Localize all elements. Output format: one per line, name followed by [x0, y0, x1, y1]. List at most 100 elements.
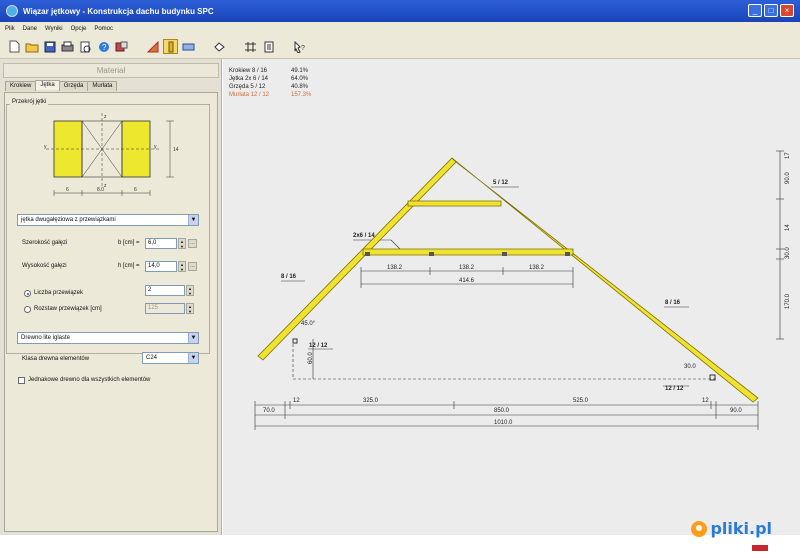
wood-type-value: Drewno lite iglaste — [21, 335, 71, 341]
report-icon[interactable] — [261, 39, 276, 54]
app-icon — [6, 5, 18, 17]
bottom-dim-325: 325.0 — [363, 398, 379, 404]
right-dim-14: 14 — [785, 224, 791, 231]
section-type-select[interactable]: jętka dwugałęziowa z przewiązkami ▼ — [17, 214, 199, 226]
plate-offset: 30.0 — [684, 364, 696, 370]
label-rafter-right: 8 / 16 — [665, 300, 681, 306]
open-folder-icon[interactable] — [24, 39, 39, 54]
bottom-dim-525: 525.0 — [573, 398, 589, 404]
count-input[interactable]: 2 — [145, 285, 185, 296]
tab-wall-plate[interactable]: Murłata — [87, 81, 118, 91]
chevron-down-icon: ▼ — [188, 353, 198, 363]
bottom-dim-12b: 12 — [702, 398, 709, 404]
status-bar — [0, 535, 800, 559]
height-input[interactable]: 14,0 — [145, 261, 177, 272]
bottom-dim-70: 70.0 — [263, 408, 275, 414]
section-axis-bottom: z — [104, 183, 107, 189]
toolbar: ? ? — [0, 35, 800, 59]
print-preview-icon[interactable] — [78, 39, 93, 54]
ruler-icon[interactable] — [163, 39, 178, 54]
right-dim-170: 170.0 — [785, 293, 791, 309]
bottom-dim-90: 90.0 — [730, 408, 742, 414]
section-axis-top: z — [104, 114, 107, 120]
maximize-button[interactable]: □ — [764, 4, 778, 17]
radio-count-label: Liczba przewiązek — [34, 290, 84, 296]
menu-bar: Plik Dane Wyniki Opcje Pomoc — [0, 22, 800, 35]
context-help-icon[interactable]: ? — [292, 39, 307, 54]
collar-dim-3: 138.2 — [529, 265, 545, 271]
label-ridge: 5 / 12 — [493, 180, 509, 186]
watermark-logo-icon — [691, 520, 708, 537]
cross-section-diagram: z z y y 14 6 8.0 6 — [44, 113, 179, 196]
total-dim: 1010.0 — [494, 420, 513, 426]
same-wood-label: Jednakowe drewno dla wszystkich elementó… — [28, 377, 151, 383]
wood-type-select[interactable]: Drewno lite iglaste ▼ — [17, 332, 199, 344]
section-mid-dim: 8.0 — [97, 187, 104, 193]
view-icon[interactable] — [181, 39, 196, 54]
settings-icon[interactable] — [114, 39, 129, 54]
width-spinner[interactable]: ▲ ▼ — [178, 238, 186, 249]
menu-data[interactable]: Dane — [23, 26, 37, 32]
radio-spacing-label: Rozstaw przewiązek [cm] — [34, 306, 102, 312]
collar-total: 414.6 — [459, 278, 475, 284]
spacing-input[interactable]: 125 — [145, 303, 185, 314]
warning-triangle-icon[interactable] — [145, 39, 160, 54]
watermark-text: pliki.pl — [710, 519, 772, 538]
height-symbol: h [cm] = — [118, 263, 140, 269]
chevron-down-icon: ▼ — [188, 215, 198, 225]
window-title: Wiązar jętkowy - Konstrukcja dachu budyn… — [23, 6, 214, 16]
radio-count[interactable] — [24, 290, 31, 297]
section-group-title: Przekrój jętki — [10, 99, 49, 105]
width-input[interactable]: 6,0 — [145, 238, 177, 249]
tab-ridge[interactable]: Grzęda — [58, 81, 89, 91]
height-more-button[interactable]: … — [188, 262, 197, 271]
watermark-badge — [752, 545, 768, 551]
close-button[interactable]: × — [780, 4, 794, 17]
section-type-value: jętka dwugałęziowa z przewiązkami — [21, 217, 116, 223]
tab-rafter[interactable]: Krokiew — [5, 81, 37, 91]
wood-class-label: Klasa drewna elementów — [22, 356, 90, 362]
radio-spacing[interactable] — [24, 306, 31, 313]
menu-help[interactable]: Pomoc — [94, 26, 113, 32]
help-icon[interactable]: ? — [96, 39, 111, 54]
width-more-button[interactable]: … — [188, 239, 197, 248]
label-plate-right: 12 / 12 — [665, 386, 684, 392]
count-spinner[interactable]: ▲ ▼ — [186, 285, 194, 296]
label-collar: 2x6 / 14 — [353, 233, 375, 239]
same-wood-checkbox[interactable] — [18, 377, 25, 384]
material-tabs: Krokiew Jętka Grzęda Murłata — [5, 80, 118, 91]
dimension-icon[interactable] — [243, 39, 258, 54]
material-header: Materiał — [3, 63, 219, 78]
tab-collar[interactable]: Jętka — [35, 80, 60, 90]
minimize-button[interactable]: _ — [748, 4, 762, 17]
width-symbol: b [cm] = — [118, 240, 140, 246]
collar-dim-1: 138.2 — [387, 265, 403, 271]
right-dim-30: 30.0 — [785, 247, 791, 259]
drawing-canvas[interactable]: Krokiew 8 / 16 49.1% Jętka 2x 6 / 14 64.… — [223, 59, 800, 535]
plate-height: 60.0 — [308, 352, 314, 364]
new-file-icon[interactable] — [6, 39, 21, 54]
print-icon[interactable] — [60, 39, 75, 54]
watermark: pliki.pl — [691, 519, 772, 538]
menu-results[interactable]: Wyniki — [45, 26, 63, 32]
right-dim-17: 17 — [785, 152, 791, 159]
bottom-dim-12a: 12 — [293, 398, 300, 404]
right-dim-90: 90.0 — [785, 172, 791, 184]
save-icon[interactable] — [42, 39, 57, 54]
span-dim: 850.0 — [494, 408, 510, 414]
section-right-dim: 6 — [134, 187, 137, 193]
height-spinner[interactable]: ▲ ▼ — [178, 261, 186, 272]
menu-options[interactable]: Opcje — [71, 26, 87, 32]
wood-class-value: C24 — [146, 355, 158, 361]
collar-dim-2: 138.2 — [459, 265, 475, 271]
height-label: Wysokość gałęzi — [22, 263, 67, 269]
width-label: Szerokość gałęzi — [22, 240, 68, 246]
material-panel: Materiał Krokiew Jętka Grzęda Murłata Pr… — [0, 59, 222, 535]
section-height-dim: 14 — [173, 147, 179, 153]
spacing-spinner[interactable]: ▲ ▼ — [186, 303, 194, 314]
angle-label: 45.0° — [301, 321, 316, 327]
svg-text:?: ? — [102, 43, 107, 52]
rotate-icon[interactable] — [212, 39, 227, 54]
menu-file[interactable]: Plik — [5, 26, 15, 32]
wood-class-select[interactable]: C24 ▼ — [142, 352, 199, 364]
